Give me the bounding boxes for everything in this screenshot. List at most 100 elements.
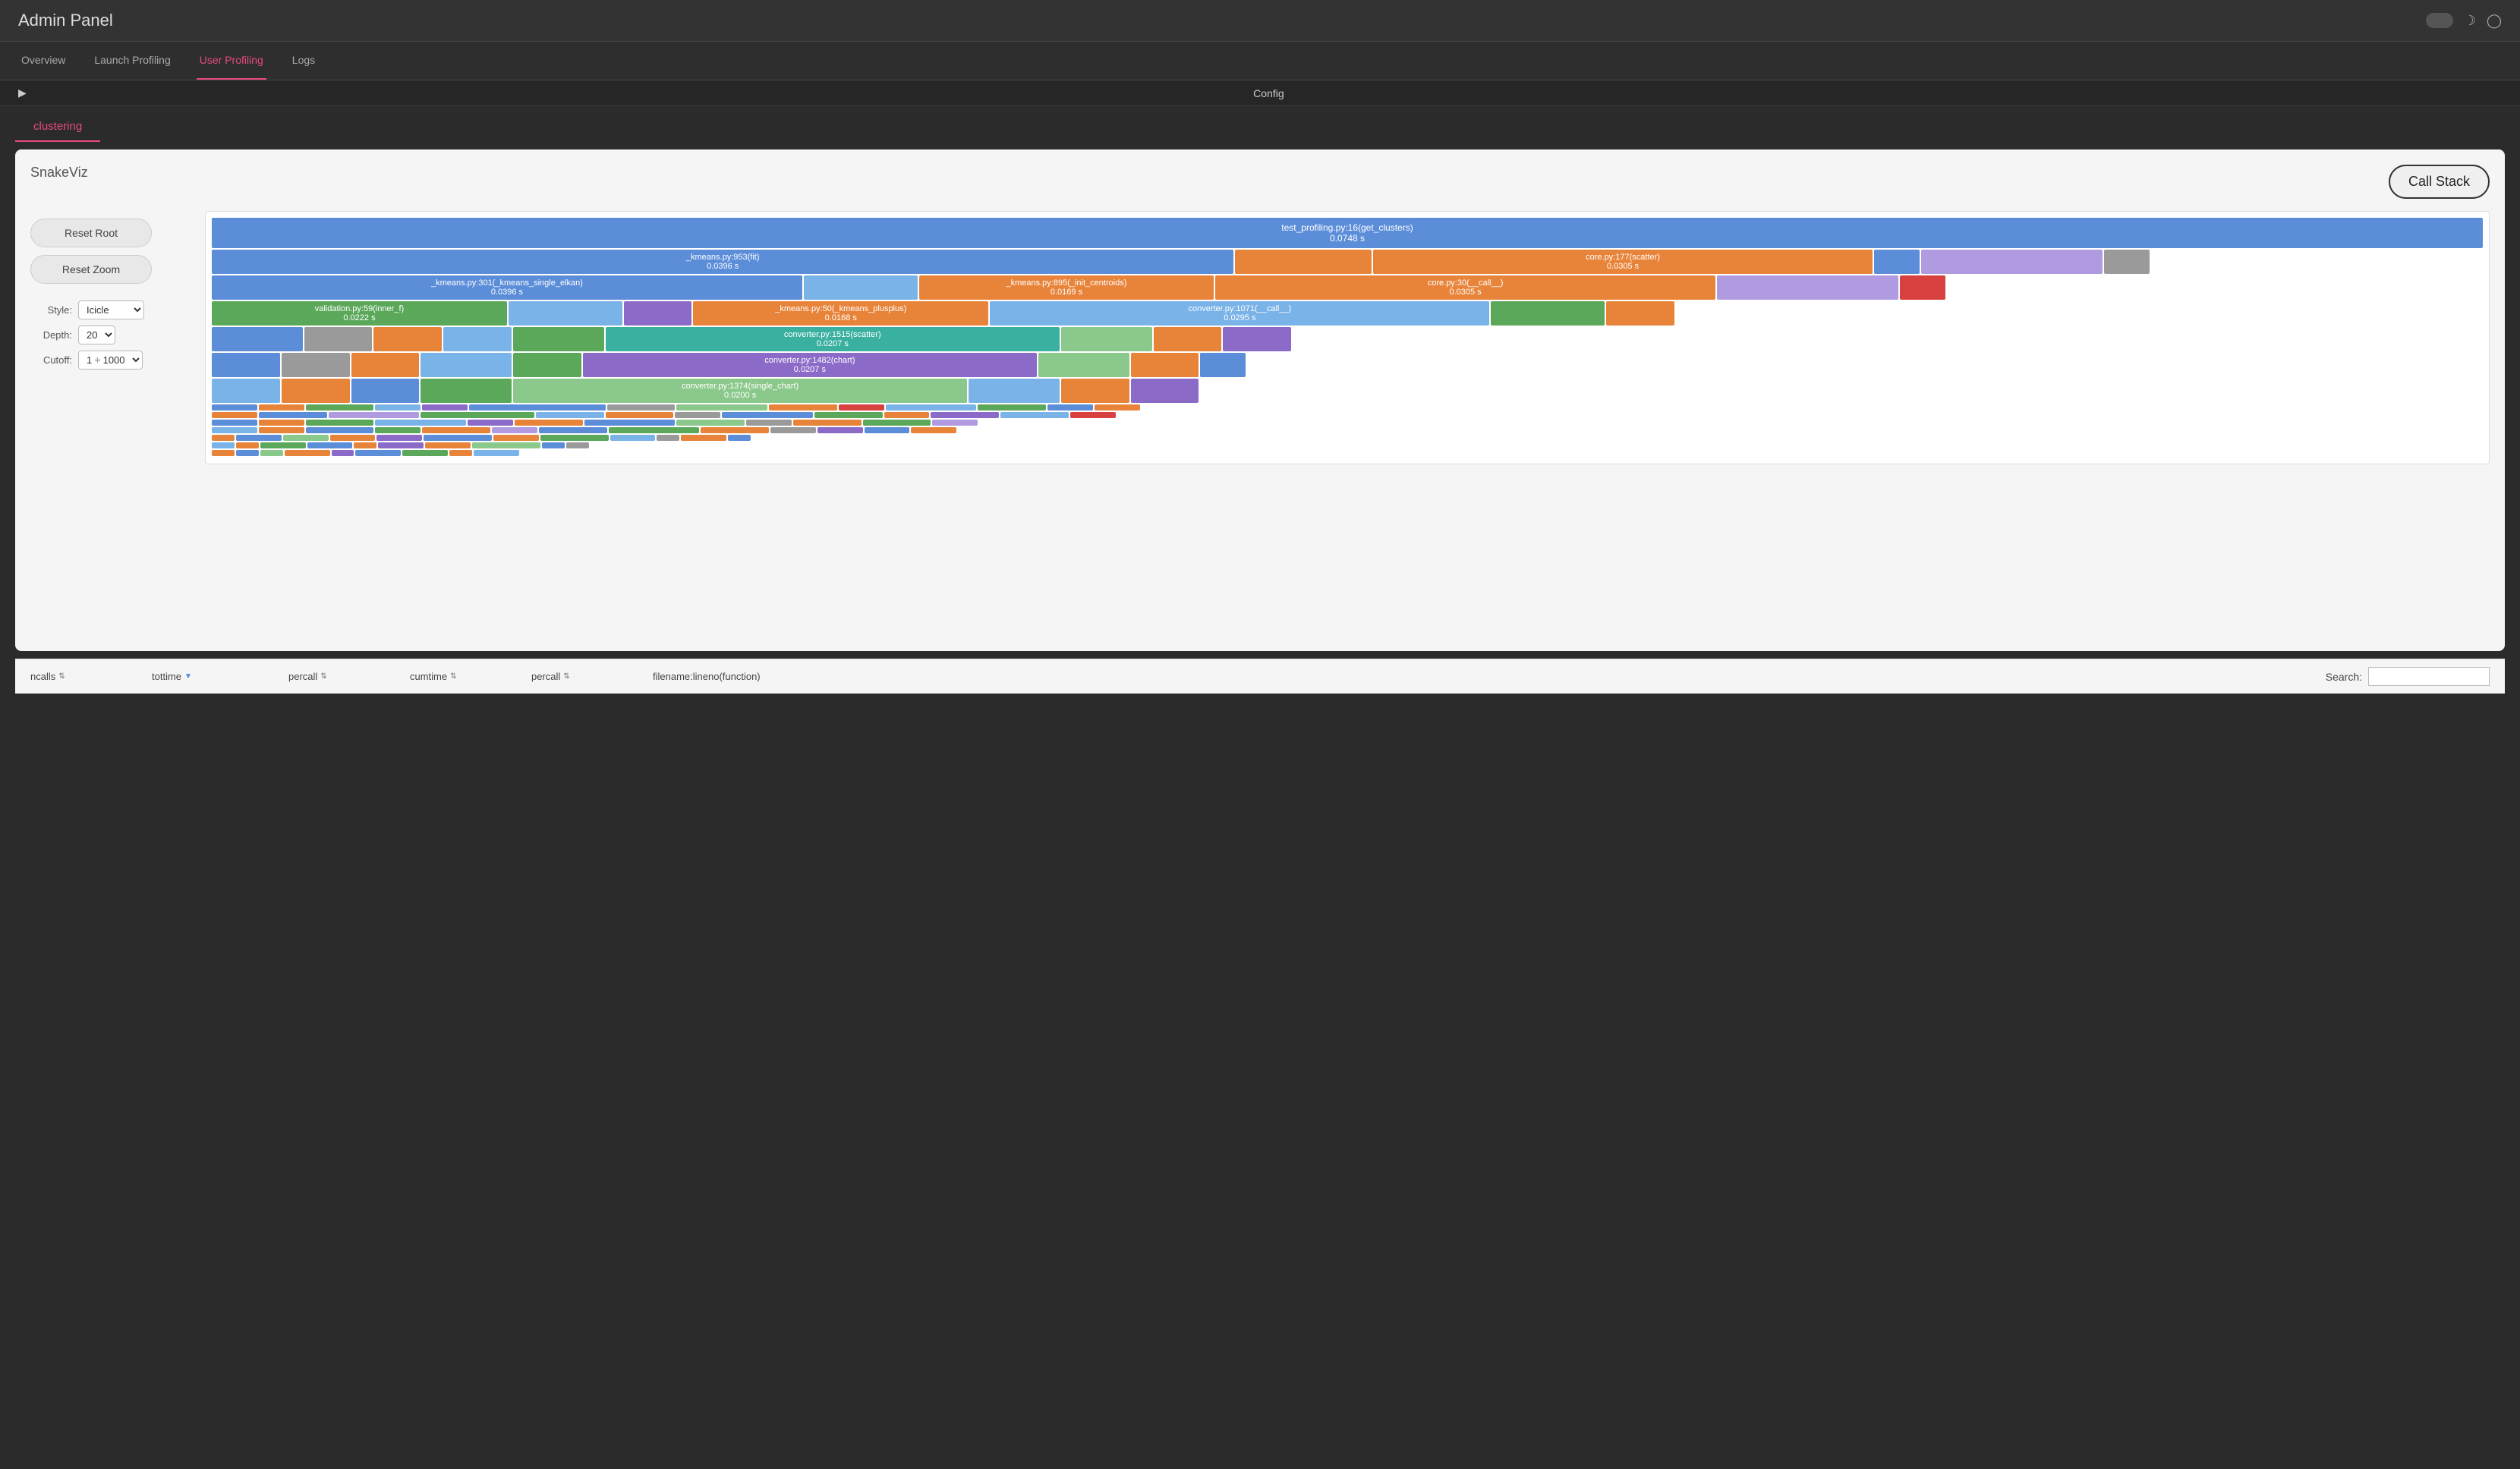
flame-cell-gap1 xyxy=(1235,250,1372,274)
reset-root-button[interactable]: Reset Root xyxy=(30,219,152,247)
depth-control-row: Depth: 20 10 5 xyxy=(30,326,190,344)
flame-cell-label: _kmeans.py:301(_kmeans_single_elkan) xyxy=(214,278,800,288)
fr9-12 xyxy=(932,420,978,426)
fr9-11 xyxy=(863,420,931,426)
play-button[interactable]: ▶ xyxy=(18,87,27,99)
call-stack-button[interactable]: Call Stack xyxy=(2389,165,2490,199)
flame-s2 xyxy=(259,404,304,411)
fr9-6 xyxy=(515,420,583,426)
fr10-6 xyxy=(492,427,537,433)
flame-cell-label: core.py:177(scatter) xyxy=(1375,253,1870,262)
flame-cell-small32 xyxy=(1061,379,1129,403)
flame-cell-small5 xyxy=(1717,275,1898,300)
col-header-percall1[interactable]: percall ⇅ xyxy=(288,671,410,682)
circle-icon: ◯ xyxy=(2487,13,2502,29)
depth-select[interactable]: 20 10 5 xyxy=(78,326,115,344)
fr10-5 xyxy=(422,427,490,433)
flame-cell-small18 xyxy=(1223,327,1291,351)
tab-user-profiling[interactable]: User Profiling xyxy=(197,42,266,80)
flame-cell-time: 0.0222 s xyxy=(214,313,505,322)
flame-cell-small28 xyxy=(282,379,350,403)
cutoff-control-row: Cutoff: 1 ÷ 1000 1 ÷ 100 xyxy=(30,351,190,370)
col-header-tottime[interactable]: tottime ▼ xyxy=(152,671,288,682)
fr10-3 xyxy=(306,427,374,433)
flame-cell-small16 xyxy=(1061,327,1152,351)
flame-s5 xyxy=(422,404,468,411)
fr12-3 xyxy=(260,442,306,448)
col-percall2-sort-icon: ⇅ xyxy=(563,672,569,681)
tab-launch-profiling[interactable]: Launch Profiling xyxy=(91,42,173,80)
snakeviz-header: SnakeViz Call Stack xyxy=(30,165,2490,199)
fr13-9 xyxy=(474,450,519,456)
flame-s14 xyxy=(1095,404,1140,411)
col-header-ncalls[interactable]: ncalls ⇅ xyxy=(30,671,152,682)
flame-cell-core-scatter[interactable]: core.py:177(scatter) 0.0305 s xyxy=(1373,250,1873,274)
fr9-4 xyxy=(375,420,466,426)
flame-r8-4 xyxy=(421,412,534,418)
col-filename-label: filename:lineno(function) xyxy=(653,671,761,682)
flame-cell-small26 xyxy=(1200,353,1246,377)
flame-s9 xyxy=(769,404,837,411)
tab-overview[interactable]: Overview xyxy=(18,42,68,80)
fr10-12 xyxy=(865,427,910,433)
fr12-9 xyxy=(542,442,565,448)
flame-cell-kmeans-init[interactable]: _kmeans.py:895(_init_centroids) 0.0169 s xyxy=(919,275,1214,300)
fr11-6 xyxy=(424,435,492,441)
tab-logs[interactable]: Logs xyxy=(289,42,318,80)
fr12-4 xyxy=(307,442,353,448)
reset-zoom-button[interactable]: Reset Zoom xyxy=(30,255,152,284)
flame-root-bar[interactable]: test_profiling.py:16(get_clusters) 0.074… xyxy=(212,218,2483,248)
style-label: Style: xyxy=(30,304,72,316)
flame-cell-converter-call[interactable]: converter.py:1071(__call__) 0.0295 s xyxy=(990,301,1489,326)
style-control-row: Style: Icicle Sunburst xyxy=(30,300,190,319)
fr12-7 xyxy=(425,442,471,448)
flame-cell-converter-chart[interactable]: converter.py:1482(chart) 0.0207 s xyxy=(583,353,1037,377)
flame-cell-kmeans-single[interactable]: _kmeans.py:301(_kmeans_single_elkan) 0.0… xyxy=(212,275,802,300)
flame-s10 xyxy=(839,404,884,411)
nav-tabs: Overview Launch Profiling User Profiling… xyxy=(0,42,2520,80)
flame-cell-small24 xyxy=(1038,353,1129,377)
flame-s1 xyxy=(212,404,257,411)
fr10-4 xyxy=(375,427,421,433)
flame-cell-small8 xyxy=(624,301,692,326)
flame-cell-converter-single[interactable]: converter.py:1374(single_chart) 0.0200 s xyxy=(513,379,967,403)
col-header-percall2[interactable]: percall ⇅ xyxy=(531,671,653,682)
flame-cell-core-call[interactable]: core.py:30(__call__) 0.0305 s xyxy=(1215,275,1715,300)
fr11-2 xyxy=(236,435,282,441)
style-select[interactable]: Icicle Sunburst xyxy=(78,300,144,319)
controls-panel: Reset Root Reset Zoom Style: Icicle Sunb… xyxy=(30,211,197,383)
toggle-switch[interactable] xyxy=(2426,13,2453,28)
col-header-cumtime[interactable]: cumtime ⇅ xyxy=(410,671,531,682)
fr13-3 xyxy=(260,450,283,456)
flame-cell-small6 xyxy=(1900,275,1945,300)
flame-r8-11 xyxy=(931,412,999,418)
flame-cell-validation[interactable]: validation.py:59(inner_f) 0.0222 s xyxy=(212,301,507,326)
flame-s11 xyxy=(886,404,977,411)
fr9-7 xyxy=(584,420,676,426)
fr10-10 xyxy=(770,427,816,433)
col-tottime-sort-icon: ▼ xyxy=(184,672,192,681)
flame-cell-label: _kmeans.py:50(_kmeans_plusplus) xyxy=(695,304,986,313)
flame-r8-1 xyxy=(212,412,257,418)
flame-row-7 xyxy=(212,404,2483,411)
flame-cell-small21 xyxy=(351,353,420,377)
flame-cell-kmeans-plus[interactable]: _kmeans.py:50(_kmeans_plusplus) 0.0168 s xyxy=(693,301,988,326)
flame-cell-small22 xyxy=(421,353,512,377)
col-percall1-sort-icon: ⇅ xyxy=(320,672,326,681)
flame-cell-time: 0.0207 s xyxy=(608,339,1057,348)
flame-cell-small19 xyxy=(212,353,280,377)
flame-cell-small13 xyxy=(373,327,442,351)
flame-r8-12 xyxy=(1000,412,1069,418)
flame-cell-label: _kmeans.py:895(_init_centroids) xyxy=(921,278,1212,288)
fr11-9 xyxy=(610,435,656,441)
fr11-11 xyxy=(681,435,726,441)
flame-cell-time: 0.0305 s xyxy=(1375,262,1870,271)
flame-cell-kmeans-fit[interactable]: _kmeans.py:953(fit) 0.0396 s xyxy=(212,250,1233,274)
fr13-7 xyxy=(402,450,448,456)
flame-cell-small9 xyxy=(1491,301,1605,326)
flame-r8-2 xyxy=(259,412,327,418)
cutoff-select[interactable]: 1 ÷ 1000 1 ÷ 100 xyxy=(78,351,143,370)
fr11-7 xyxy=(493,435,539,441)
flame-cell-converter-scatter[interactable]: converter.py:1515(scatter) 0.0207 s xyxy=(606,327,1060,351)
search-input[interactable] xyxy=(2368,667,2490,686)
